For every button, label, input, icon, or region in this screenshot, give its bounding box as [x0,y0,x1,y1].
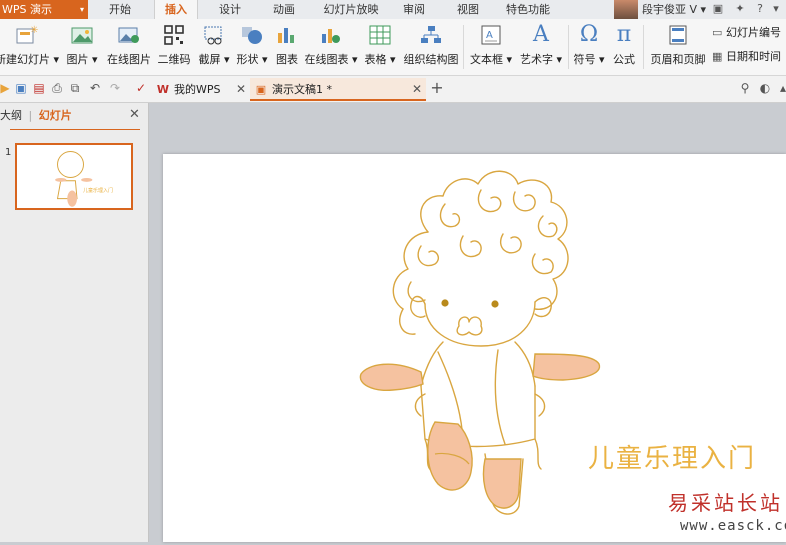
divider [463,25,464,69]
tab-review[interactable]: 审阅 [394,0,434,19]
close-icon[interactable]: ✕ [129,107,140,122]
tab-outline[interactable]: 大纲 [0,109,22,122]
export-pdf-icon[interactable]: ▤ [32,81,46,95]
slide-thumbnail[interactable]: 儿童乐理入门 [15,143,133,210]
tab-home[interactable]: 开始 [100,0,140,19]
picture-icon [70,24,94,46]
avatar[interactable] [614,0,638,19]
slide-canvas[interactable] [163,154,786,542]
org-chart-button[interactable]: 组织结构图 [402,22,460,72]
date-time-icon: ▦ [712,50,723,63]
divider [643,25,644,69]
tab-view[interactable]: 视图 [448,0,488,19]
symbol-icon: Ω [579,22,599,47]
close-icon[interactable]: ✕ [412,78,422,101]
screenshot-button[interactable]: 截屏 ▾ [196,22,232,72]
online-chart-icon [319,24,343,46]
header-footer-button[interactable]: 页眉和页脚 [648,22,708,72]
date-time-button[interactable]: ▦ 日期和时间 [712,49,781,65]
wordart-button[interactable]: A 艺术字 ▾ [517,22,565,72]
child-illustration[interactable] [163,154,786,542]
app-menu-button[interactable]: WPS 演示 ▾ [0,0,88,19]
divider [10,129,140,130]
tab-slides[interactable]: 幻灯片 [39,109,72,122]
app-name: WPS 演示 [2,3,52,16]
watermark-text: 易采站长站 [668,491,783,515]
online-picture-icon [117,24,141,46]
svg-text:✳: ✳ [30,25,38,36]
slide-number-button[interactable]: ▭ 幻灯片编号 [712,25,781,41]
ribbon: ✳ 新建幻灯片 ▾ 图片 ▾ 在线图片 二维码 截屏 ▾ 形状 ▾ 图表 在线图… [0,19,786,76]
svg-text:A: A [486,30,493,41]
tab-special-features[interactable]: 特色功能 [502,0,554,19]
user-name[interactable]: 段宇俊亚 V ▾ [642,0,706,19]
slide-number-icon: ▭ [712,26,723,39]
help-icon[interactable]: ? [752,1,768,17]
org-chart-icon [419,24,443,46]
chevron-down-icon: ▾ [79,5,84,14]
new-slide-icon: ✳ [15,24,39,46]
wordart-icon: A [533,22,549,47]
picture-button[interactable]: 图片 ▾ [64,22,100,72]
watermark-url: www.easck.com [680,518,786,534]
symbol-button[interactable]: Ω 符号 ▾ [571,22,607,72]
divider [568,25,569,69]
qrcode-icon [162,24,186,46]
online-chart-button[interactable]: 在线图表 ▾ [304,22,358,72]
textbox-icon: A [479,24,503,46]
pin-icon[interactable]: ⚲ [738,81,752,95]
tab-insert[interactable]: 插入 [154,0,198,20]
quick-access-toolbar: ▶ ▣ ▤ ⎙ ⧉ ↶ ↷ ✓ W 我的WPS ✕ ▣ 演示文稿1 * ✕ + … [0,76,786,103]
formula-icon: π [616,22,632,47]
chart-icon [275,24,299,46]
new-tab-icon[interactable]: + [430,80,444,96]
close-icon[interactable]: ✕ [236,78,246,101]
textbox-button[interactable]: A 文本框 ▾ [468,22,514,72]
redo-icon[interactable]: ↷ [108,81,122,95]
thumbnail-illustration [55,151,93,207]
tab-slideshow[interactable]: 幻灯片放映 [318,0,384,19]
save-icon[interactable]: ▣ [14,81,28,95]
tab-design[interactable]: 设计 [210,0,250,19]
table-button[interactable]: 表格 ▾ [360,22,400,72]
header-footer-icon [666,24,690,46]
print-preview-icon[interactable]: ⧉ [68,81,82,95]
slides-panel: 大纲 | 幻灯片 ✕ 1 儿童乐理入门 [0,103,149,542]
new-slide-button[interactable]: ✳ 新建幻灯片 ▾ [0,22,60,72]
shape-button[interactable]: 形状 ▾ [234,22,270,72]
panel-tabs: 大纲 | 幻灯片 [0,107,72,125]
tab-my-wps[interactable]: W 我的WPS ✕ [152,78,250,101]
open-icon[interactable]: ▶ [0,81,12,95]
print-icon[interactable]: ⎙ [50,81,64,95]
presentation-file-icon: ▣ [255,83,267,96]
tab-presentation-1[interactable]: ▣ 演示文稿1 * ✕ [250,78,426,101]
slide-number-label: 1 [5,147,12,158]
menu-bar: WPS 演示 ▾ 开始 插入 设计 动画 幻灯片放映 审阅 视图 特色功能 段宇… [0,0,786,20]
tab-animation[interactable]: 动画 [264,0,304,19]
clipboard-icon[interactable]: ▣ [710,1,726,17]
wps-logo-icon: W [156,83,170,96]
divider: | [28,109,33,122]
chart-button[interactable]: 图表 [272,22,302,72]
qrcode-button[interactable]: 二维码 [156,22,192,72]
undo-icon[interactable]: ↶ [88,81,102,95]
backup-icon[interactable]: ◐ [758,81,772,95]
slide-title[interactable]: 儿童乐理入门 [588,438,756,475]
table-icon [368,24,392,46]
screenshot-icon [202,24,226,46]
thumbnail-title: 儿童乐理入门 [83,188,114,194]
shape-icon [240,24,264,46]
skin-icon[interactable]: ✦ [732,1,748,17]
more-icon[interactable]: ▾ [768,1,784,17]
minimize-ribbon-icon[interactable]: ▴ [776,81,786,95]
online-picture-button[interactable]: 在线图片 [104,22,154,72]
formula-button[interactable]: π 公式 [608,22,640,72]
customize-toolbar-icon[interactable]: ✓ [134,81,148,95]
